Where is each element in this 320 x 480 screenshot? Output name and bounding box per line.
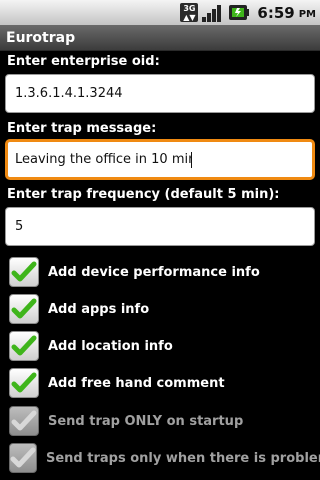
checkmark-icon bbox=[10, 447, 36, 468]
message-input[interactable] bbox=[15, 152, 191, 167]
checkmark-icon bbox=[11, 410, 37, 431]
signal-icon bbox=[202, 3, 224, 22]
title-bar: Eurotrap bbox=[0, 25, 320, 51]
oid-input[interactable] bbox=[15, 86, 314, 101]
option-label: Add apps info bbox=[48, 301, 150, 317]
option-label: Send trap ONLY on startup bbox=[48, 413, 244, 429]
checkbox[interactable] bbox=[9, 257, 39, 287]
message-field-container bbox=[5, 139, 315, 180]
checkbox[interactable] bbox=[9, 368, 39, 398]
option-label: Add device performance info bbox=[48, 264, 260, 280]
checkmark-icon bbox=[11, 335, 37, 356]
oid-label: Enter enterprise oid: bbox=[7, 54, 160, 69]
oid-field-container bbox=[5, 74, 315, 113]
clock-ampm: PM bbox=[298, 9, 316, 20]
frequency-input[interactable] bbox=[15, 219, 314, 234]
checkbox[interactable] bbox=[9, 406, 39, 436]
option-row[interactable]: Send traps only when there is problem bbox=[9, 441, 320, 475]
option-label: Add location info bbox=[48, 338, 173, 354]
clock: 6:59 bbox=[257, 3, 295, 22]
checkbox[interactable] bbox=[9, 294, 39, 324]
checkmark-icon bbox=[11, 298, 37, 319]
option-label: Send traps only when there is problem bbox=[46, 450, 320, 466]
option-label: Add free hand comment bbox=[48, 375, 225, 391]
option-row[interactable]: Add free hand comment bbox=[9, 366, 315, 400]
app-title: Eurotrap bbox=[6, 29, 76, 46]
checkbox[interactable] bbox=[9, 443, 37, 473]
text-caret bbox=[191, 151, 192, 168]
option-row[interactable]: Send trap ONLY on startup bbox=[9, 404, 315, 438]
option-row[interactable]: Add location info bbox=[9, 329, 315, 363]
option-row[interactable]: Add apps info bbox=[9, 292, 315, 326]
checkbox[interactable] bbox=[9, 331, 39, 361]
3g-icon: 3G ▲▼ bbox=[180, 3, 199, 22]
battery-icon bbox=[229, 5, 250, 20]
checkmark-icon bbox=[11, 372, 37, 393]
frequency-label: Enter trap frequency (default 5 min): bbox=[7, 187, 280, 202]
checkmark-icon bbox=[11, 261, 37, 282]
status-bar: 3G ▲▼ 6:59 PM bbox=[0, 0, 320, 25]
option-row[interactable]: Add device performance info bbox=[9, 255, 315, 289]
message-label: Enter trap message: bbox=[7, 121, 157, 136]
frequency-field-container bbox=[5, 207, 315, 246]
network-type-label: 3G bbox=[183, 4, 196, 13]
